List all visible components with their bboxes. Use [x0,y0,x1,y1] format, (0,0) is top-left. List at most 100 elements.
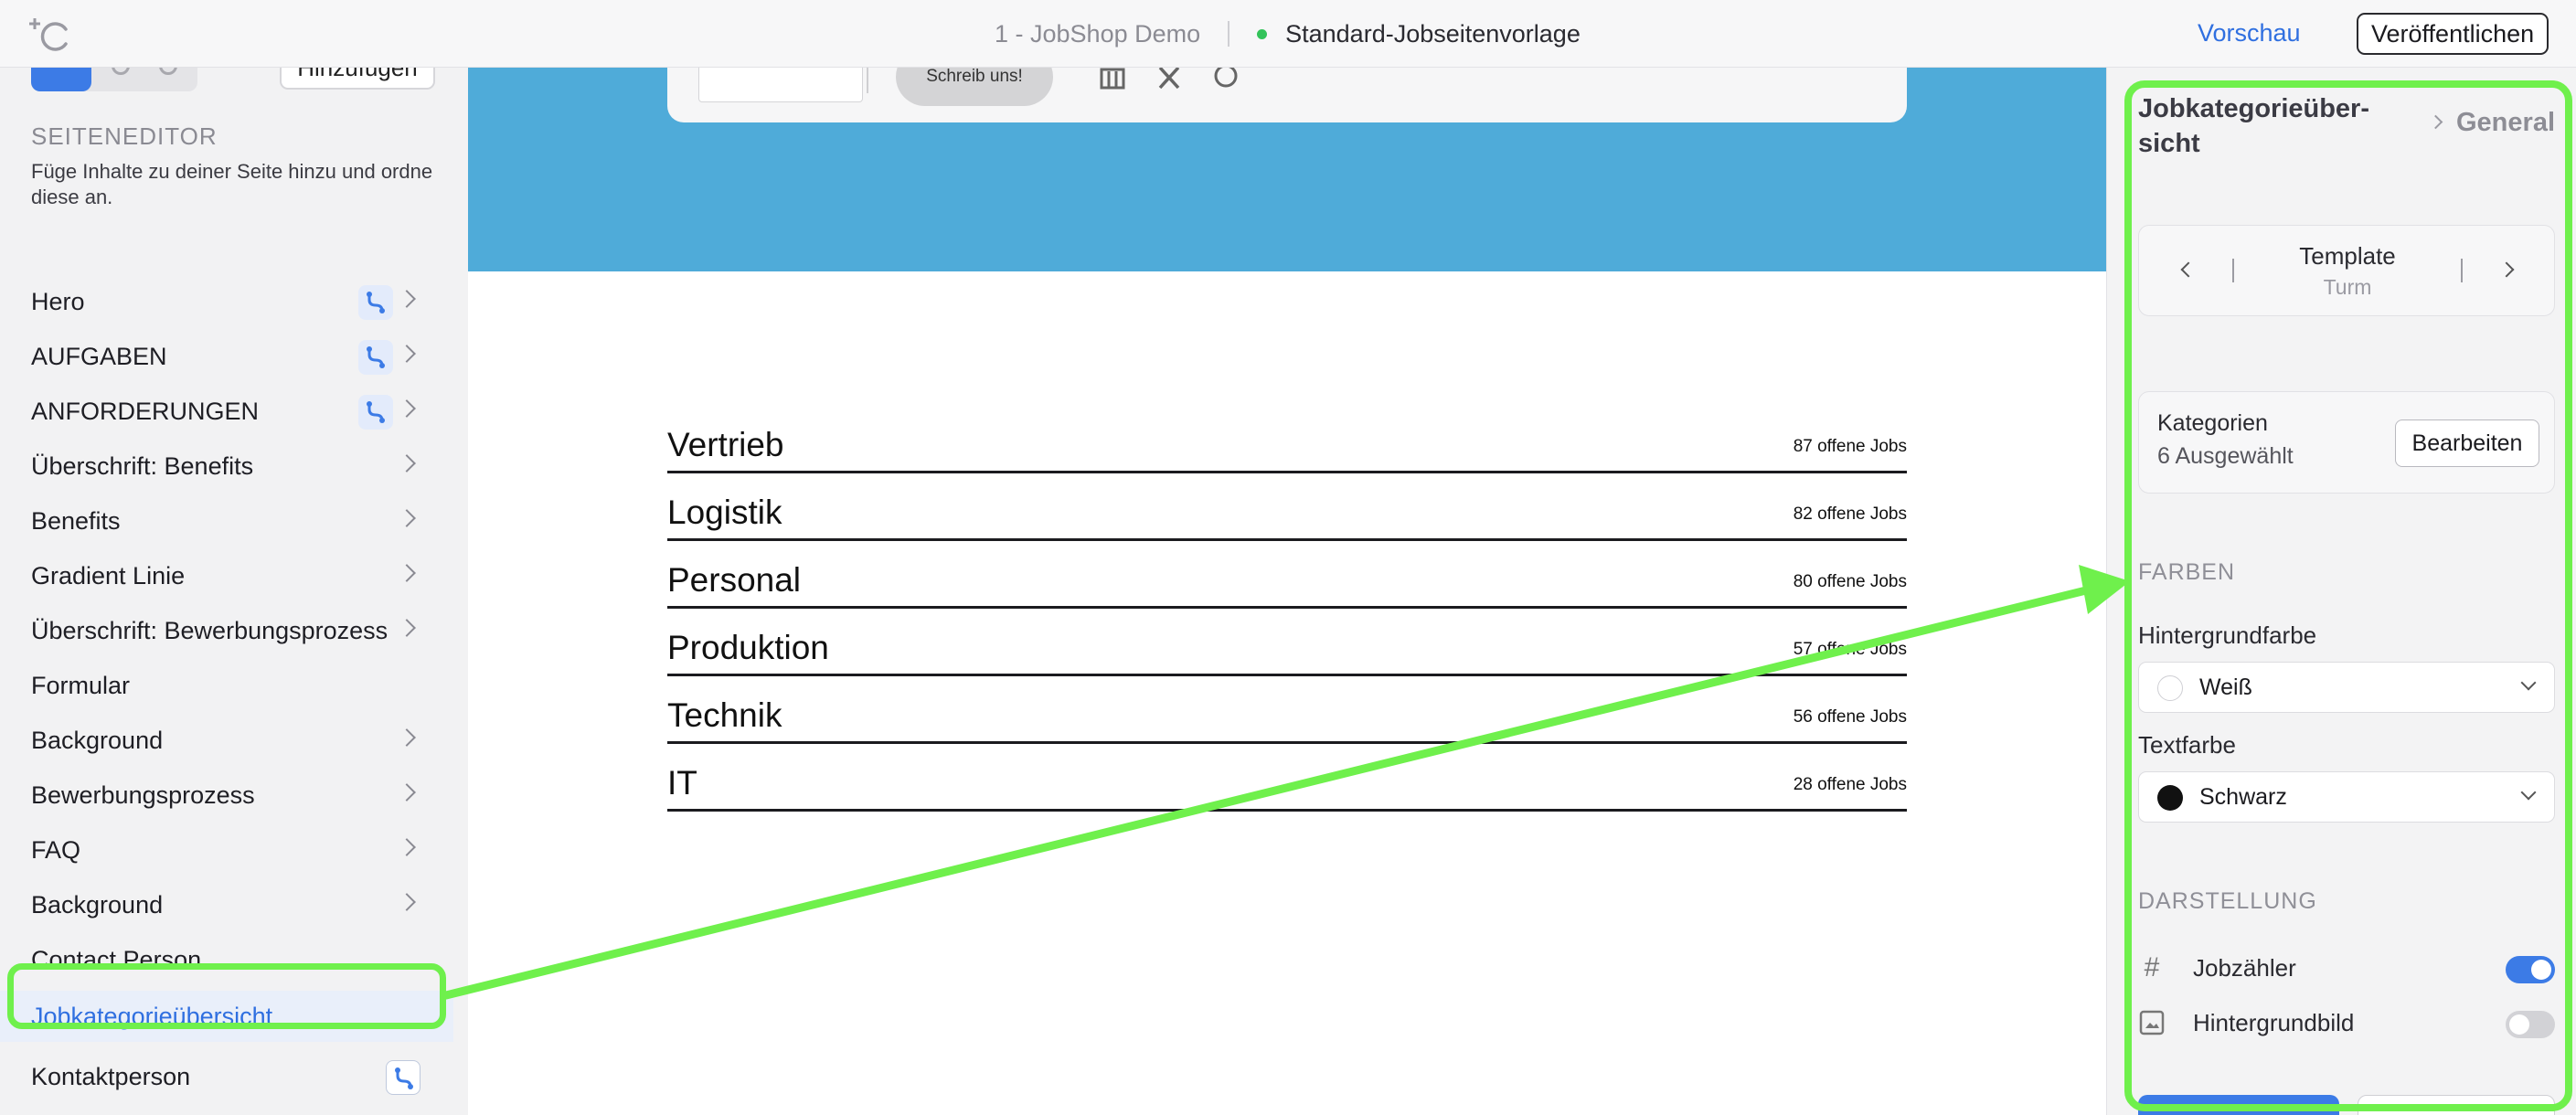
variable-link-icon[interactable] [358,395,393,430]
hash-icon: # [2144,952,2160,982]
sidebar-item-contact-person[interactable]: Contact Person [0,932,453,987]
background-image-toggle[interactable] [2506,1011,2555,1038]
mode-switch[interactable] [31,68,197,91]
job-category-list: Vertrieb 87 offene Jobs Logistik 82 offene … [667,406,1907,812]
categories-label: Kategorien [2157,410,2268,436]
sidebar-item-label: Hero [31,287,85,315]
panel-secondary-button[interactable] [2358,1095,2555,1115]
job-category-name: Technik [667,696,782,734]
mode-layers-tab[interactable] [31,68,91,91]
publish-button[interactable]: Veröffentlichen [2357,13,2549,55]
sidebar-item-background[interactable]: Background [0,713,453,768]
hero-contact-card: Schreib uns! [667,68,1907,122]
sidebar-item-label: Bewerbungsprozess [31,780,255,809]
chevron-right-icon[interactable] [398,345,416,363]
job-category-row[interactable]: Vertrieb 87 offene Jobs [667,406,1907,473]
chevron-right-icon[interactable] [398,454,416,473]
sidebar-item-label: Überschrift: Benefits [31,451,254,480]
job-category-count: 80 offene Jobs [1793,572,1907,591]
section-title: SEITENEDITOR [31,122,218,150]
sidebar-item-gradient-linie[interactable]: Gradient Linie [0,548,453,603]
add-content-button[interactable]: Hinzufügen [280,68,435,90]
toggle-row-job-counter: # Jobzähler [2138,950,2555,987]
sidebar-item-jobkategorieübersicht[interactable]: Jobkategorieübersicht [0,991,453,1042]
chevron-right-icon[interactable] [398,728,416,747]
edit-categories-button[interactable]: Bearbeiten [2395,419,2539,467]
job-category-count: 57 offene Jobs [1793,640,1907,659]
categories-value: 6 Ausgewählt [2157,443,2294,469]
tools-icon[interactable] [1155,68,1183,90]
chevron-right-icon[interactable] [398,290,416,308]
chevron-right-icon [2428,114,2443,130]
color-swatch-icon [2157,785,2183,811]
mode-history-icon[interactable] [112,68,130,75]
project-name[interactable]: 1 - JobShop Demo [995,20,1200,48]
color-swatch-icon [2157,675,2183,701]
job-counter-toggle[interactable] [2506,956,2555,983]
chevron-right-icon[interactable] [398,893,416,911]
preview-link[interactable]: Vorschau [2198,19,2301,48]
job-category-row[interactable]: IT 28 offene Jobs [667,744,1907,812]
document-info: 1 - JobShop Demo Standard-Jobseitenvorla… [995,0,1581,68]
sidebar-item-aufgaben[interactable]: AUFGABEN [0,329,453,384]
template-name[interactable]: Standard-Jobseitenvorlage [1285,20,1581,48]
sidebar-item-label: Benefits [31,506,121,535]
sidebar-item-label: ANFORDERUNGEN [31,397,260,425]
variable-link-icon[interactable] [358,285,393,320]
sidebar-item-label: Gradient Linie [31,561,186,589]
sidebar-item-faq[interactable]: FAQ [0,823,453,877]
job-category-name: Vertrieb [667,426,784,463]
chevron-right-icon[interactable] [398,509,416,527]
app-logo-icon[interactable] [29,16,73,53]
chevron-down-icon [2520,784,2537,801]
job-category-row[interactable]: Logistik 82 offene Jobs [667,473,1907,541]
hero-input[interactable] [698,68,863,102]
sidebar-item-hero[interactable]: Hero [0,274,453,329]
job-category-row[interactable]: Produktion 57 offene Jobs [667,609,1907,676]
job-category-count: 82 offene Jobs [1793,504,1907,524]
variable-link-icon[interactable] [358,340,393,375]
hero-contact-button[interactable]: Schreib uns! [896,68,1053,106]
sidebar-item-anforderungen[interactable]: ANFORDERUNGEN [0,384,453,439]
display-section-title: DARSTELLUNG [2138,888,2317,914]
colors-section-title: FARBEN [2138,559,2236,585]
sidebar-item-label: Formular [31,671,131,699]
background-color-select[interactable]: Weiß [2138,662,2555,713]
whatsapp-icon[interactable] [1212,68,1240,90]
chevron-down-icon [2520,674,2537,691]
text-color-value: Schwarz [2199,784,2287,810]
sidebar-item-label: Jobkategorieübersicht [31,1002,273,1030]
job-category-row[interactable]: Personal 80 offene Jobs [667,541,1907,609]
panel-primary-button[interactable] [2138,1095,2339,1115]
chevron-right-icon[interactable] [398,619,416,637]
sidebar-item-überschrift-bewerbungsprozess[interactable]: Überschrift: Bewerbungsprozess [0,603,453,658]
text-color-select[interactable]: Schwarz [2138,771,2555,823]
template-label: Template [2299,242,2396,270]
left-sidebar: Hinzufügen SEITENEDITOR Füge Inhalte zu … [0,68,453,1115]
building-icon[interactable] [1099,68,1126,90]
sidebar-item-background[interactable]: Background [0,877,453,932]
chevron-right-icon[interactable] [398,783,416,802]
sidebar-item-überschrift-benefits[interactable]: Überschrift: Benefits [0,439,453,494]
divider [2461,259,2463,282]
variable-link-icon[interactable] [386,1060,420,1095]
sidebar-item-label: Überschrift: Bewerbungsprozess [31,616,389,644]
chevron-right-icon[interactable] [398,564,416,582]
hero-section[interactable]: Schreib uns! [468,68,2106,271]
toggle-row-background-image: Hintergrundbild [2138,1005,2555,1042]
sidebar-item-label: Background [31,726,164,754]
chevron-right-icon[interactable] [398,399,416,418]
sidebar-item-bewerbungsprozess[interactable]: Bewerbungsprozess [0,768,453,823]
sidebar-item-formular[interactable]: Formular [0,658,453,713]
sidebar-item-label: FAQ [31,835,81,864]
breadcrumb-general[interactable]: General [2456,108,2555,138]
top-bar: 1 - JobShop Demo Standard-Jobseitenvorla… [0,0,2576,68]
job-category-row[interactable]: Technik 56 offene Jobs [667,676,1907,744]
mode-settings-icon[interactable] [159,68,177,75]
template-value: Turm [2323,275,2372,299]
sidebar-item-benefits[interactable]: Benefits [0,494,453,548]
job-category-count: 87 offene Jobs [1793,437,1907,456]
sidebar-item-kontaktperson[interactable]: Kontaktperson [0,1049,453,1104]
chevron-right-icon[interactable] [398,838,416,856]
section-description: Füge Inhalte zu deiner Seite hinzu und o… [31,160,433,208]
